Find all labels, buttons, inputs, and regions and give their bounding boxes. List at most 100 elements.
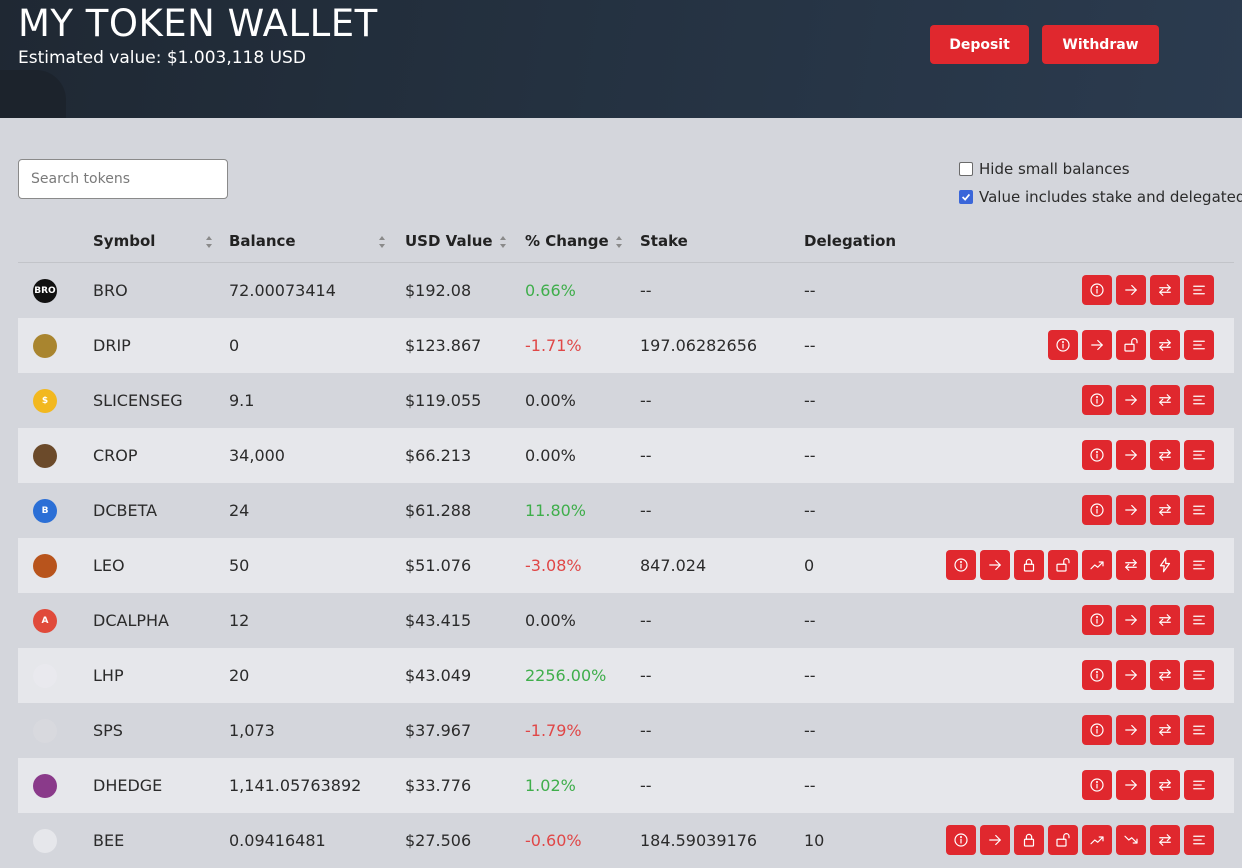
table-row: DRIP 0 $123.867 -1.71% 197.06282656 -- (18, 318, 1234, 373)
info-button[interactable] (1082, 715, 1112, 745)
token-balance: 20 (229, 666, 250, 685)
history-button[interactable] (1184, 495, 1214, 525)
column-symbol[interactable]: Symbol (93, 232, 155, 250)
info-button[interactable] (1082, 605, 1112, 635)
include-stake-checkbox[interactable] (959, 190, 973, 204)
history-button[interactable] (1184, 385, 1214, 415)
info-button[interactable] (946, 825, 976, 855)
swap-button[interactable] (1150, 275, 1180, 305)
sort-symbol-icon[interactable] (205, 234, 213, 250)
info-button[interactable] (946, 550, 976, 580)
history-button[interactable] (1184, 660, 1214, 690)
hide-small-balances-checkbox[interactable] (959, 162, 973, 176)
info-button[interactable] (1082, 275, 1112, 305)
token-logo: B (33, 499, 57, 523)
swap-button[interactable] (1150, 495, 1180, 525)
trend-down-button[interactable] (1116, 825, 1146, 855)
history-button[interactable] (1184, 550, 1214, 580)
info-button[interactable] (1082, 660, 1112, 690)
info-icon (1090, 613, 1104, 627)
token-symbol[interactable]: DHEDGE (93, 758, 162, 813)
history-button[interactable] (1184, 275, 1214, 305)
column-balance[interactable]: Balance (229, 232, 296, 250)
hide-small-balances-option[interactable]: Hide small balances (959, 160, 1130, 178)
lock-button[interactable] (1014, 825, 1044, 855)
transfer-button[interactable] (980, 825, 1010, 855)
unlock-icon (1124, 338, 1138, 352)
unlock-button[interactable] (1048, 550, 1078, 580)
transfer-button[interactable] (1116, 715, 1146, 745)
transfer-icon (989, 834, 1001, 846)
sort-change-icon[interactable] (615, 234, 623, 250)
swap-button[interactable] (1150, 825, 1180, 855)
trend-up-icon (1090, 836, 1104, 845)
bolt-button[interactable] (1150, 550, 1180, 580)
column-change[interactable]: % Change (525, 232, 609, 250)
history-button[interactable] (1184, 330, 1214, 360)
swap-button[interactable] (1150, 715, 1180, 745)
token-symbol[interactable]: BRO (93, 263, 128, 318)
history-button[interactable] (1184, 825, 1214, 855)
unlock-button[interactable] (1048, 825, 1078, 855)
transfer-button[interactable] (1116, 660, 1146, 690)
transfer-button[interactable] (980, 550, 1010, 580)
transfer-button[interactable] (1116, 605, 1146, 635)
transfer-button[interactable] (1116, 275, 1146, 305)
token-logo (33, 664, 57, 688)
swap-button[interactable] (1150, 440, 1180, 470)
include-stake-option[interactable]: Value includes stake and delegated (959, 188, 1242, 206)
token-symbol[interactable]: DRIP (93, 318, 131, 373)
token-logo (33, 829, 57, 853)
token-symbol[interactable]: DCALPHA (93, 593, 169, 648)
info-button[interactable] (1048, 330, 1078, 360)
deposit-button[interactable]: Deposit (930, 25, 1029, 64)
history-button[interactable] (1184, 440, 1214, 470)
swap-button[interactable] (1150, 385, 1180, 415)
sort-balance-icon[interactable] (378, 234, 386, 250)
token-balance: 24 (229, 501, 250, 520)
sort-usd-value-icon[interactable] (499, 234, 507, 250)
withdraw-button[interactable]: Withdraw (1042, 25, 1159, 64)
info-button[interactable] (1082, 495, 1112, 525)
swap-button[interactable] (1150, 605, 1180, 635)
info-button[interactable] (1082, 385, 1112, 415)
token-symbol[interactable]: CROP (93, 428, 138, 483)
swap-icon (1159, 339, 1171, 351)
token-stake: -- (640, 281, 652, 300)
token-delegation: 0 (804, 556, 815, 575)
history-icon (1193, 450, 1205, 460)
search-input[interactable] (18, 159, 228, 199)
info-button[interactable] (1082, 770, 1112, 800)
trend-up-button[interactable] (1082, 825, 1112, 855)
transfer-button[interactable] (1116, 495, 1146, 525)
swap-icon (1159, 614, 1171, 626)
lock-button[interactable] (1014, 550, 1044, 580)
transfer-button[interactable] (1082, 330, 1112, 360)
token-balance: 0.09416481 (229, 831, 326, 850)
info-button[interactable] (1082, 440, 1112, 470)
token-symbol[interactable]: SLICENSEG (93, 373, 183, 428)
token-symbol[interactable]: LHP (93, 648, 124, 703)
token-change: -0.60% (525, 831, 582, 850)
swap-icon (1159, 449, 1171, 461)
token-symbol[interactable]: LEO (93, 538, 125, 593)
token-symbol[interactable]: BEE (93, 813, 124, 868)
trend-up-button[interactable] (1082, 550, 1112, 580)
history-button[interactable] (1184, 770, 1214, 800)
history-button[interactable] (1184, 715, 1214, 745)
transfer-button[interactable] (1116, 440, 1146, 470)
token-symbol[interactable]: SPS (93, 703, 123, 758)
swap-button[interactable] (1150, 770, 1180, 800)
column-delegation: Delegation (804, 232, 897, 250)
token-logo: A (33, 609, 57, 633)
table-row: LHP 20 $43.049 2256.00% -- -- (18, 648, 1234, 703)
column-usd-value[interactable]: USD Value (405, 232, 493, 250)
swap-button[interactable] (1150, 330, 1180, 360)
swap-button[interactable] (1116, 550, 1146, 580)
transfer-button[interactable] (1116, 385, 1146, 415)
unlock-button[interactable] (1116, 330, 1146, 360)
swap-button[interactable] (1150, 660, 1180, 690)
history-button[interactable] (1184, 605, 1214, 635)
token-symbol[interactable]: DCBETA (93, 483, 157, 538)
transfer-button[interactable] (1116, 770, 1146, 800)
